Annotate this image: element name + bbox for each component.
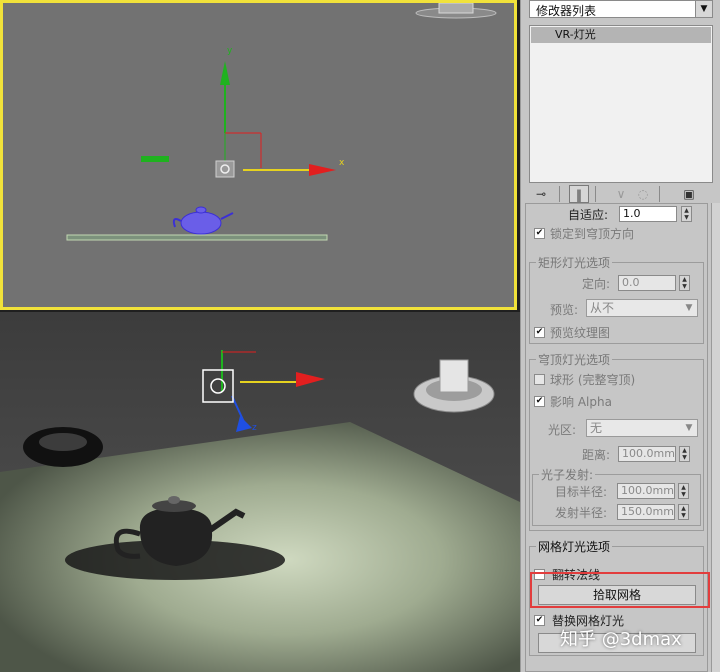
preview-label: 预览: [550,303,579,317]
adaptive-spinner[interactable]: 1.0 [619,206,677,222]
directional-spinner-arrows[interactable]: ▲ ▼ [679,275,690,291]
adaptive-spinner-arrows[interactable]: ▲ ▼ [681,206,692,222]
x-axis-arrow [309,164,336,176]
x-axis-label: x [339,158,345,168]
perspective-viewport[interactable]: z [0,312,520,672]
modifier-stack[interactable]: VR-灯光 [529,25,713,183]
dome-light-body-top [438,3,474,14]
distance-label: 距离: [582,448,611,462]
chevron-down-icon: ▼ [685,423,693,433]
replace-mesh-checkbox[interactable]: ✔ [534,615,545,626]
pin-stack-icon[interactable]: ⊸ [531,185,551,203]
distance-spinner[interactable]: 100.0mm [618,446,676,462]
make-unique-icon[interactable]: ∨ [611,185,631,203]
preview-dropdown[interactable]: 从不 ▼ [586,299,698,317]
highlight-box [530,572,710,608]
green-dash [141,156,169,162]
rollout-scrollbar[interactable] [711,203,720,672]
spherical-checkbox[interactable] [534,374,545,385]
preview-value: 从不 [590,301,615,315]
light-zone-dropdown[interactable]: 无 ▼ [586,419,698,437]
top-viewport-canvas: y x [66,3,497,241]
photon-emit-group: 光子发射: 目标半径: 100.0mm ▲ ▼ 发射半径: 150.0mm ▲ ▼ [532,466,701,526]
modifier-list-dropdown[interactable]: 修改器列表 ▼ [529,0,713,18]
stack-toolbar: ⊸ ‖ ∨ ◌ ▣ [529,185,719,203]
distance-spinner-arrows[interactable]: ▲ ▼ [679,446,690,462]
chevron-down-icon: ▼ [685,303,693,313]
emit-radius-spinner-arrows[interactable]: ▲ ▼ [678,504,689,520]
chevron-down-icon: ▼ [695,1,712,17]
plane-top-view [66,234,328,241]
target-radius-label: 目标半径: [555,485,608,499]
perspective-viewport-canvas: z [0,312,520,672]
remove-modifier-icon[interactable]: ◌ [633,185,653,203]
target-radius-spinner-arrows[interactable]: ▲ ▼ [678,483,689,499]
rect-light-group: 矩形灯光选项 定向: 0.0 ▲ ▼ 预览: 从不 ▼ ✔ 预览纹理图 [529,254,704,344]
mesh-light-group-title: 网格灯光选项 [536,538,613,555]
top-viewport[interactable]: y x [0,0,517,310]
y-axis-arrow [220,61,230,85]
emit-radius-label: 发射半径: [555,506,608,520]
lock-dome-checkbox[interactable]: ✔ [534,228,545,239]
affect-alpha-label: 影响 Alpha [550,395,612,409]
teapot-top-view [172,206,234,235]
dome-light-group: 穹顶灯光选项 球形 (完整穹顶) ✔ 影响 Alpha 光区: 无 ▼ 距离: … [529,351,704,531]
spherical-label: 球形 (完整穹顶) [550,373,636,387]
dome-light-group-title: 穹顶灯光选项 [536,351,613,368]
show-end-result-icon[interactable]: ‖ [569,185,589,203]
affect-alpha-checkbox[interactable]: ✔ [534,396,545,407]
light-zone-value: 无 [590,421,603,435]
directional-spinner[interactable]: 0.0 [618,275,676,291]
lock-dome-label: 锁定到穹顶方向 [550,227,635,241]
rect-light-group-title: 矩形灯光选项 [536,254,613,271]
watermark: 知乎 @3dmax [560,629,682,650]
stack-item-vr-light[interactable]: VR-灯光 [531,27,711,43]
z-axis-label: z [252,423,257,433]
y-axis-label: y [227,46,233,56]
emit-radius-spinner[interactable]: 150.0mm [617,504,675,520]
configure-modifier-sets-icon[interactable]: ▣ [679,185,699,203]
photon-emit-group-title: 光子发射: [539,466,596,483]
preview-texture-checkbox[interactable]: ✔ [534,327,545,338]
directional-label: 定向: [582,277,611,291]
adaptive-label: 自适应: [568,208,609,222]
modifier-list-label: 修改器列表 [536,4,597,18]
target-radius-spinner[interactable]: 100.0mm [617,483,675,499]
vr-light-icon-top [215,160,235,178]
preview-texture-label: 预览纹理图 [550,326,611,340]
light-zone-label: 光区: [548,423,577,437]
dome-light-body [439,359,469,393]
